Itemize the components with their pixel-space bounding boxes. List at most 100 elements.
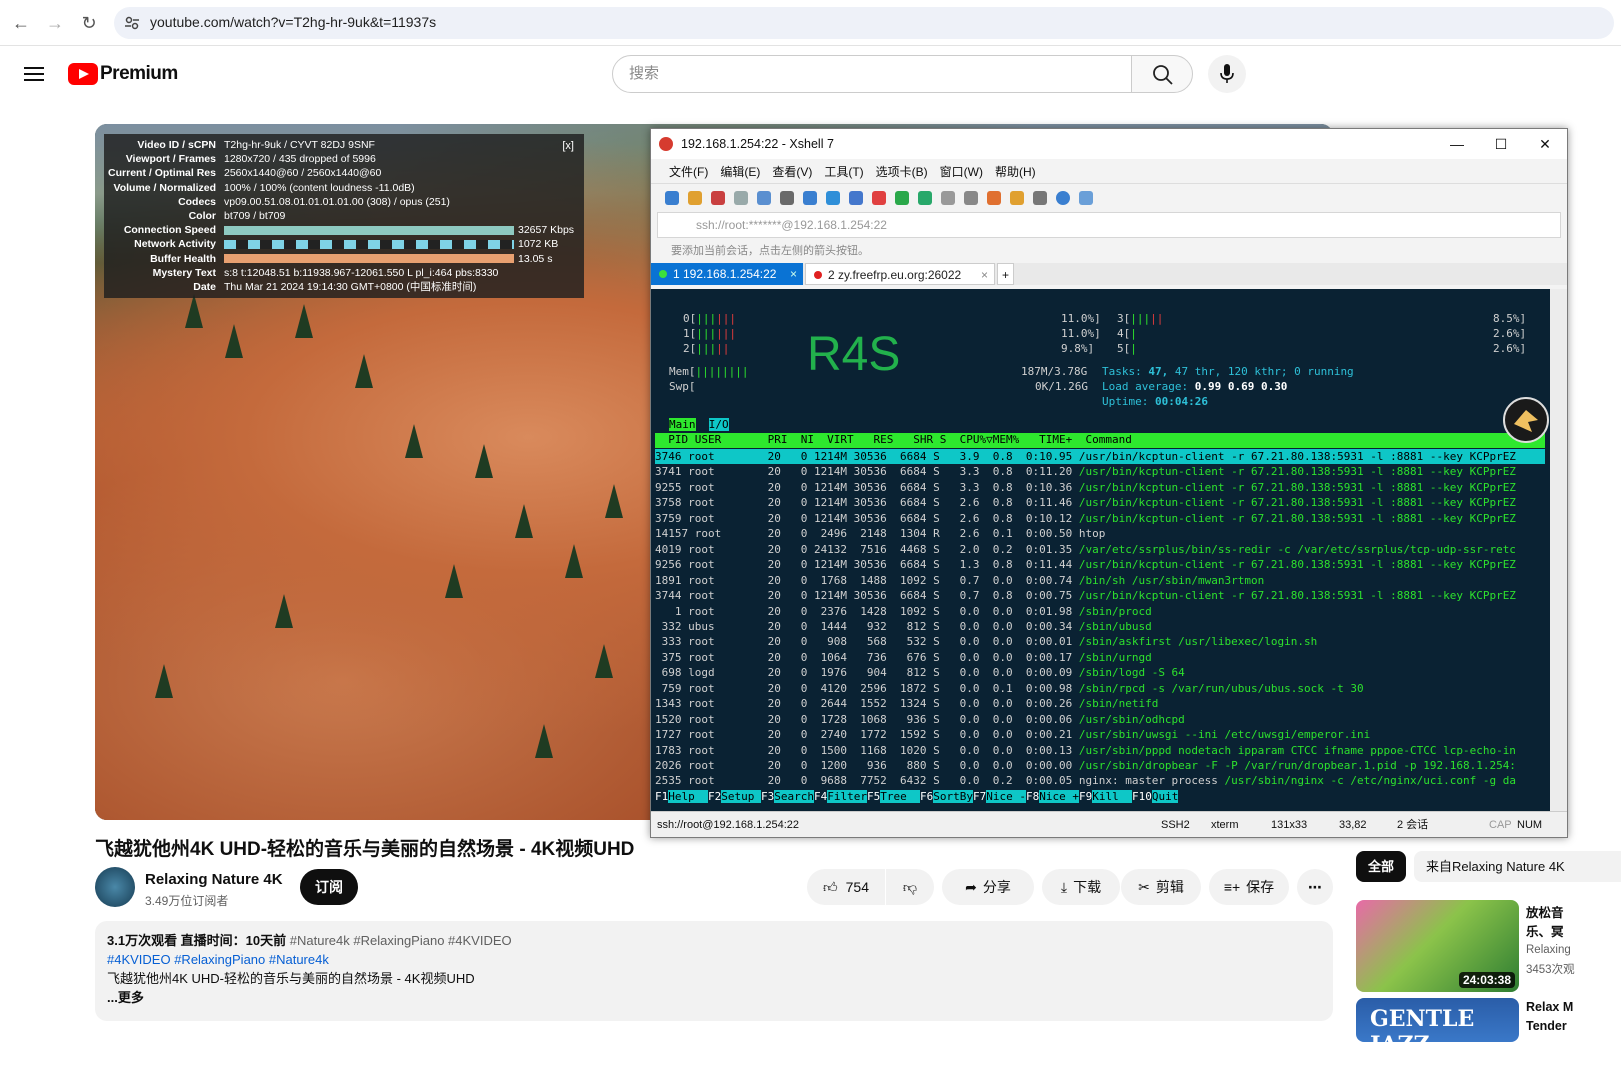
transfer-icon[interactable]: [1010, 190, 1024, 205]
fkey-action[interactable]: Kill: [1092, 790, 1132, 803]
tab-main[interactable]: Main: [669, 418, 696, 431]
process-row[interactable]: 1783 root 20 0 1500 1168 1020 S 0.0 0.0 …: [655, 743, 1545, 758]
new-tab-button[interactable]: +: [997, 263, 1015, 285]
maximize-icon[interactable]: ☐: [1479, 129, 1523, 159]
channel-avatar[interactable]: [95, 867, 135, 907]
fkey-action[interactable]: Search: [774, 790, 814, 803]
recommended-thumbnail[interactable]: 24:03:38: [1356, 900, 1519, 992]
chip-from-channel[interactable]: 来自Relaxing Nature 4K: [1414, 851, 1621, 882]
chip-all[interactable]: 全部: [1356, 851, 1406, 882]
process-row[interactable]: 2026 root 20 0 1200 936 880 S 0.0 0.0 0:…: [655, 758, 1545, 773]
layout-icon[interactable]: [1033, 190, 1047, 205]
process-row[interactable]: 9255 root 20 0 1214M 30536 6684 S 3.3 0.…: [655, 480, 1545, 495]
process-row[interactable]: 3744 root 20 0 1214M 30536 6684 S 0.7 0.…: [655, 588, 1545, 603]
recommended-title-line2[interactable]: Tender: [1526, 1019, 1567, 1033]
more-actions-button[interactable]: ⋯: [1297, 869, 1333, 905]
new-session-icon[interactable]: [665, 190, 679, 205]
description-more-link[interactable]: ...更多: [107, 988, 1321, 1007]
fkey-action[interactable]: Setup: [721, 790, 761, 803]
terminal-scrollbar[interactable]: [1550, 289, 1567, 813]
recommended-title[interactable]: Relax M: [1526, 1000, 1573, 1014]
reconnect-icon[interactable]: [711, 190, 725, 205]
terminal-area[interactable]: 0[|||||| 11.0%] 1[|||||| 11.0%] 2[||||| 9.8%]…: [651, 289, 1551, 813]
process-row[interactable]: 2535 root 20 0 9688 7752 6432 S 0.0 0.2 …: [655, 773, 1545, 788]
tab-io[interactable]: I/O: [708, 418, 729, 431]
tab-session-1[interactable]: 1 192.168.1.254:22 ×: [651, 263, 803, 285]
process-row[interactable]: 3746 root 20 0 1214M 30536 6684 S 3.9 0.…: [655, 449, 1545, 465]
process-row[interactable]: 4019 root 20 0 24132 7516 4468 S 2.0 0.2…: [655, 542, 1545, 557]
process-row[interactable]: 1891 root 20 0 1768 1488 1092 S 0.7 0.0 …: [655, 573, 1545, 588]
menu-item[interactable]: 窗口(W): [940, 163, 983, 180]
process-row[interactable]: 1 root 20 0 2376 1428 1092 S 0.0 0.0 0:0…: [655, 604, 1545, 619]
properties-icon[interactable]: [757, 190, 771, 205]
xshell-window[interactable]: 192.168.1.254:22 - Xshell 7 — ☐ ✕ 文件(F) 编…: [650, 128, 1568, 838]
process-row[interactable]: 14157 root 20 0 2496 2148 1304 R 2.6 0.1…: [655, 526, 1545, 541]
menu-item[interactable]: 工具(T): [824, 163, 863, 180]
globe-icon[interactable]: [826, 190, 840, 205]
process-row[interactable]: 698 logd 20 0 1976 904 812 S 0.0 0.0 0:0…: [655, 665, 1545, 680]
keyboard-icon[interactable]: [964, 190, 978, 205]
process-row[interactable]: 3759 root 20 0 1214M 30536 6684 S 2.6 0.…: [655, 511, 1545, 526]
copy-icon[interactable]: [803, 190, 817, 205]
recommended-thumbnail[interactable]: GENTLE JAZZ: [1356, 998, 1519, 1042]
minimize-icon[interactable]: —: [1435, 129, 1479, 159]
menu-item[interactable]: 文件(F): [669, 163, 708, 180]
chat-icon[interactable]: [1079, 190, 1093, 205]
session-address-bar[interactable]: ssh://root:*******@192.168.1.254:22: [657, 212, 1561, 238]
stats-close-button[interactable]: [x]: [562, 140, 574, 152]
search-input[interactable]: 搜索: [612, 55, 1132, 93]
menu-item[interactable]: 编辑(E): [720, 163, 760, 180]
xshell-titlebar[interactable]: 192.168.1.254:22 - Xshell 7 — ☐ ✕: [651, 129, 1567, 159]
tab-close-icon[interactable]: ×: [981, 264, 988, 286]
recommended-channel[interactable]: Relaxing: [1526, 944, 1571, 956]
dislike-button[interactable]: 👎︎: [886, 869, 934, 905]
clip-button[interactable]: ✂ 剪辑: [1121, 869, 1201, 905]
process-row[interactable]: 1343 root 20 0 2644 1552 1324 S 0.0 0.0 …: [655, 696, 1545, 711]
save-button[interactable]: ≡+ 保存: [1209, 869, 1289, 905]
fullscreen-icon[interactable]: [918, 190, 932, 205]
process-row[interactable]: 9256 root 20 0 1214M 30536 6684 S 1.3 0.…: [655, 557, 1545, 572]
search-button[interactable]: [1131, 55, 1193, 93]
find-icon[interactable]: [780, 190, 794, 205]
fkey-action[interactable]: Help: [668, 790, 708, 803]
fkey-action[interactable]: Quit: [1151, 790, 1179, 803]
process-row[interactable]: 3741 root 20 0 1214M 30536 6684 S 3.3 0.…: [655, 464, 1545, 479]
tab-close-icon[interactable]: ×: [790, 263, 797, 285]
process-row[interactable]: 3758 root 20 0 1214M 30536 6684 S 2.6 0.…: [655, 495, 1545, 510]
recommended-title[interactable]: 放松音: [1526, 902, 1564, 921]
disconnect-icon[interactable]: [734, 190, 748, 205]
font-icon[interactable]: [849, 190, 863, 205]
description-hashtags[interactable]: #4KVIDEO #RelaxingPiano #Nature4k: [107, 950, 1321, 969]
fkey-action[interactable]: Tree: [880, 790, 920, 803]
open-icon[interactable]: [688, 190, 702, 205]
script-icon[interactable]: [987, 190, 1001, 205]
process-row[interactable]: 375 root 20 0 1064 736 676 S 0.0 0.0 0:0…: [655, 650, 1545, 665]
menu-item[interactable]: 选项卡(B): [876, 163, 928, 180]
process-row[interactable]: 1727 root 20 0 2740 1772 1592 S 0.0 0.0 …: [655, 727, 1545, 742]
download-button[interactable]: ⤓ 下载: [1042, 869, 1120, 905]
lock-icon[interactable]: [941, 190, 955, 205]
description-box[interactable]: 3.1万次观看 直播时间：10天前 #Nature4k #RelaxingPia…: [95, 921, 1333, 1021]
help-icon[interactable]: [1056, 190, 1070, 205]
youtube-logo[interactable]: Premium: [68, 62, 178, 86]
xshell-float-icon[interactable]: [1503, 397, 1549, 443]
channel-name[interactable]: Relaxing Nature 4K: [145, 871, 283, 888]
recommended-title-line2[interactable]: 乐、冥: [1526, 921, 1564, 940]
fkey-action[interactable]: Nice +: [1039, 790, 1079, 803]
fkey-action[interactable]: Nice -: [986, 790, 1026, 803]
subscribe-button[interactable]: 订阅: [300, 869, 358, 905]
tab-session-2[interactable]: 2 zy.freefrp.eu.org:26022 ×: [805, 263, 995, 285]
close-icon[interactable]: ✕: [1523, 129, 1567, 159]
reload-icon[interactable]: ↻: [76, 10, 102, 36]
process-row[interactable]: 759 root 20 0 4120 2596 1872 S 0.0 0.1 0…: [655, 681, 1545, 696]
menu-item[interactable]: 帮助(H): [995, 163, 1036, 180]
menu-icon[interactable]: [24, 64, 44, 82]
xftp-icon[interactable]: [872, 190, 886, 205]
address-bar[interactable]: youtube.com/watch?v=T2hg-hr-9uk&t=11937s: [114, 7, 1614, 39]
site-info-icon[interactable]: [124, 15, 140, 31]
back-icon[interactable]: ←: [8, 10, 34, 36]
like-button[interactable]: 👍︎ 754: [807, 869, 885, 905]
process-table-header[interactable]: PID USER PRI NI VIRT RES SHR S CPU%▽MEM%…: [655, 433, 1545, 449]
process-row[interactable]: 1520 root 20 0 1728 1068 936 S 0.0 0.0 0…: [655, 712, 1545, 727]
voice-search-button[interactable]: [1208, 55, 1246, 93]
